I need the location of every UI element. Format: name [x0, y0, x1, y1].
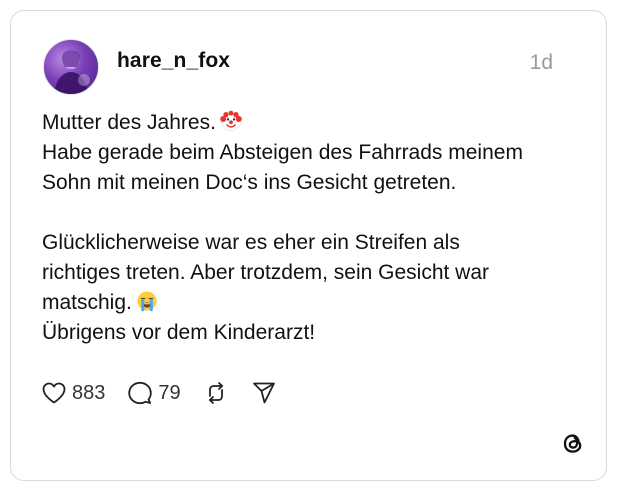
post-line: matschig. — [42, 288, 582, 318]
loudly-crying-face-emoji — [137, 291, 157, 312]
post-line: Glücklicherweise war es eher ein Streife… — [42, 231, 460, 254]
avatar[interactable] — [43, 39, 99, 95]
post-line-text: matschig. — [42, 291, 132, 314]
share-icon — [252, 382, 275, 404]
post-line: Sohn mit meinen Doc‘s ins Gesicht getret… — [42, 171, 457, 194]
post-text: Mutter des Jahres. Habe gerade beim Abst… — [42, 108, 582, 348]
threads-logo-icon[interactable] — [560, 430, 586, 456]
like-button[interactable]: 883 — [41, 381, 105, 405]
comment-count: 79 — [158, 381, 181, 404]
post-line: richtiges treten. Aber trotzdem, sein Ge… — [42, 261, 490, 284]
like-count: 883 — [72, 381, 106, 404]
share-button[interactable] — [251, 380, 277, 406]
post-line-text: Mutter des Jahres. — [42, 111, 216, 134]
post-line: Mutter des Jahres. — [42, 108, 582, 138]
repost-icon — [208, 382, 223, 404]
post-line: Habe gerade beim Absteigen des Fahrrads … — [42, 141, 523, 164]
username[interactable]: hare_n_fox — [117, 49, 230, 73]
comment-button[interactable]: 79 — [127, 380, 181, 406]
clown-face-emoji — [220, 110, 242, 131]
post-line: Übrigens vor dem Kinderarzt! — [42, 321, 316, 344]
comment-icon — [128, 381, 153, 405]
post-actions: 883 79 — [41, 378, 299, 408]
heart-icon — [42, 382, 66, 404]
post-timestamp: 1d — [529, 51, 553, 74]
repost-button[interactable] — [203, 380, 229, 406]
post-card: hare_n_fox 1d Mutter des Jahres. Habe ge… — [10, 10, 607, 481]
